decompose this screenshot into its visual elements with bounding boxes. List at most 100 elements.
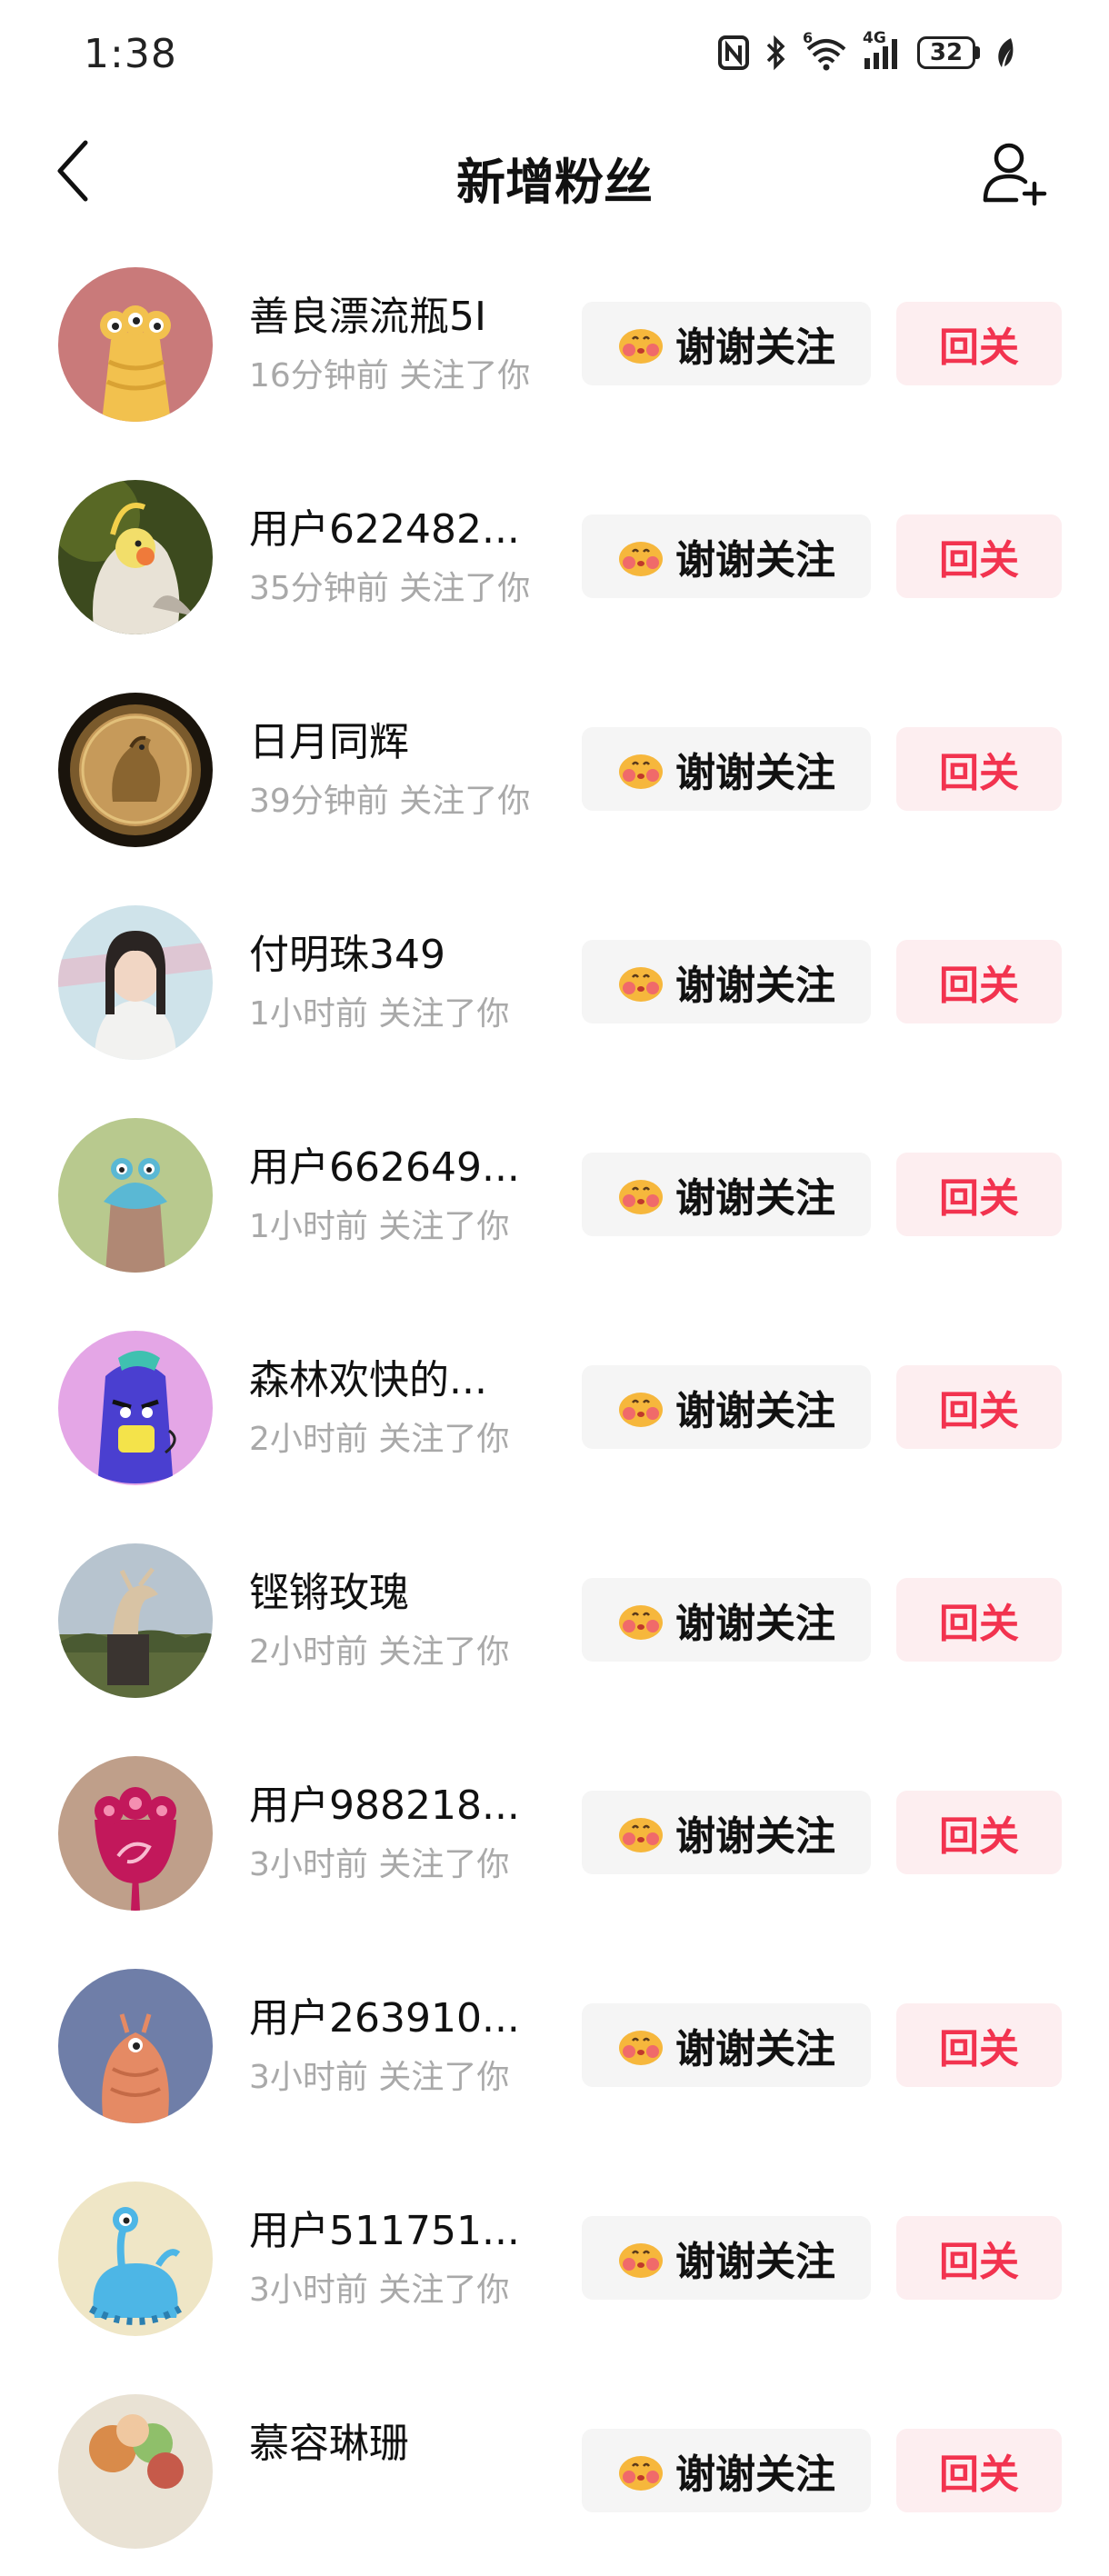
- follower-row[interactable]: 善良漂流瓶5I 16分钟前 关注了你 谢谢关注 回关: [0, 236, 1109, 449]
- follower-row[interactable]: 慕容琳珊 谢谢关注 回关: [0, 2363, 1109, 2576]
- bluetooth-icon: [764, 35, 788, 71]
- blush-emoji-icon: [617, 1386, 664, 1428]
- avatar[interactable]: [58, 2182, 213, 2336]
- thanks-label: 谢谢关注: [675, 2451, 835, 2498]
- thanks-label: 谢谢关注: [675, 963, 835, 1009]
- follower-name[interactable]: 用户988218...: [249, 1772, 549, 1831]
- thanks-label: 谢谢关注: [675, 537, 835, 584]
- thanks-label: 谢谢关注: [675, 2026, 835, 2072]
- status-icons: 6 4G 32: [717, 29, 1014, 73]
- follow-time: 3小时前 关注了你: [249, 1846, 510, 1883]
- thanks-button[interactable]: 谢谢关注: [582, 1153, 871, 1236]
- blush-emoji-icon: [617, 323, 664, 364]
- avatar[interactable]: [58, 480, 213, 634]
- avatar[interactable]: [58, 1543, 213, 1698]
- blush-emoji-icon: [617, 1173, 664, 1215]
- thanks-label: 谢谢关注: [675, 750, 835, 796]
- wifi-badge: 6: [803, 29, 814, 46]
- add-friend-button[interactable]: [978, 136, 1054, 209]
- page-title: 新增粉丝: [456, 154, 653, 211]
- follow-time: 2小时前 关注了你: [249, 1421, 510, 1458]
- thanks-label: 谢谢关注: [675, 1388, 835, 1434]
- follow-back-button[interactable]: 回关: [896, 2003, 1062, 2087]
- network-type: 4G: [863, 29, 886, 47]
- follower-name[interactable]: 付明珠349: [249, 922, 549, 980]
- cellular-icon: 4G: [863, 29, 903, 71]
- thanks-button[interactable]: 谢谢关注: [582, 940, 871, 1023]
- follower-row[interactable]: 用户622482... 35分钟前 关注了你 谢谢关注 回关: [0, 449, 1109, 662]
- follow-back-button[interactable]: 回关: [896, 302, 1062, 385]
- thanks-label: 谢谢关注: [675, 1175, 835, 1222]
- follow-time: 3小时前 关注了你: [249, 2059, 510, 2096]
- follow-back-button[interactable]: 回关: [896, 1578, 1062, 1662]
- thanks-button[interactable]: 谢谢关注: [582, 514, 871, 598]
- thanks-button[interactable]: 谢谢关注: [582, 1791, 871, 1874]
- add-user-icon: [983, 143, 1047, 206]
- follow-back-button[interactable]: 回关: [896, 1791, 1062, 1874]
- avatar[interactable]: [58, 2394, 213, 2549]
- blush-emoji-icon: [617, 2237, 664, 2279]
- follow-time: 2小时前 关注了你: [249, 1633, 510, 1671]
- follower-name[interactable]: 用户622482...: [249, 496, 549, 554]
- thanks-button[interactable]: 谢谢关注: [582, 727, 871, 811]
- avatar[interactable]: [58, 1331, 213, 1485]
- follow-back-button[interactable]: 回关: [896, 940, 1062, 1023]
- follower-name[interactable]: 用户511751...: [249, 2198, 549, 2256]
- follow-time: 16分钟前 关注了你: [249, 357, 531, 394]
- follower-row[interactable]: 用户988218... 3小时前 关注了你 谢谢关注 回关: [0, 1725, 1109, 1938]
- follow-time: 1小时前 关注了你: [249, 1208, 510, 1245]
- leaf-icon: [994, 36, 1014, 69]
- blush-emoji-icon: [617, 961, 664, 1003]
- follower-row[interactable]: 付明珠349 1小时前 关注了你 谢谢关注 回关: [0, 874, 1109, 1087]
- nfc-icon: [717, 35, 750, 71]
- follower-row[interactable]: 用户263910... 3小时前 关注了你 谢谢关注 回关: [0, 1938, 1109, 2151]
- follower-row[interactable]: 用户511751... 3小时前 关注了你 谢谢关注 回关: [0, 2151, 1109, 2363]
- clock: 1:38: [84, 31, 177, 77]
- avatar[interactable]: [58, 267, 213, 422]
- battery-level: 32: [917, 36, 975, 69]
- follow-time: 1小时前 关注了你: [249, 995, 510, 1033]
- avatar[interactable]: [58, 1756, 213, 1911]
- follow-back-button[interactable]: 回关: [896, 1365, 1062, 1449]
- blush-emoji-icon: [617, 1812, 664, 1853]
- follower-name[interactable]: 日月同辉: [249, 709, 549, 767]
- battery-icon: 32: [917, 36, 980, 69]
- follow-back-button[interactable]: 回关: [896, 2216, 1062, 2300]
- avatar[interactable]: [58, 693, 213, 847]
- avatar[interactable]: [58, 1118, 213, 1273]
- blush-emoji-icon: [617, 1599, 664, 1641]
- follower-row[interactable]: 用户662649... 1小时前 关注了你 谢谢关注 回关: [0, 1087, 1109, 1300]
- nav-bar: 新增粉丝: [0, 107, 1109, 235]
- thanks-button[interactable]: 谢谢关注: [582, 2429, 871, 2512]
- thanks-label: 谢谢关注: [675, 1601, 835, 1647]
- blush-emoji-icon: [617, 2024, 664, 2066]
- thanks-label: 谢谢关注: [675, 2239, 835, 2285]
- follow-time: 35分钟前 关注了你: [249, 570, 531, 607]
- avatar[interactable]: [58, 905, 213, 1060]
- thanks-button[interactable]: 谢谢关注: [582, 2216, 871, 2300]
- blush-emoji-icon: [617, 535, 664, 577]
- follower-row[interactable]: 日月同辉 39分钟前 关注了你 谢谢关注 回关: [0, 662, 1109, 874]
- follower-name[interactable]: 用户263910...: [249, 1985, 549, 2043]
- thanks-button[interactable]: 谢谢关注: [582, 2003, 871, 2087]
- avatar[interactable]: [58, 1969, 213, 2123]
- wifi-icon: 6: [803, 29, 848, 71]
- follower-row[interactable]: 森林欢快的... 2小时前 关注了你 谢谢关注 回关: [0, 1300, 1109, 1513]
- follower-name[interactable]: 慕容琳珊: [249, 2411, 549, 2469]
- follow-back-button[interactable]: 回关: [896, 2429, 1062, 2512]
- follower-name[interactable]: 铿锵玫瑰: [249, 1560, 549, 1618]
- follower-name[interactable]: 用户662649...: [249, 1134, 549, 1193]
- status-bar: 1:38 6 4G 32: [0, 0, 1109, 107]
- follow-time: 3小时前 关注了你: [249, 2271, 510, 2309]
- follow-back-button[interactable]: 回关: [896, 1153, 1062, 1236]
- follower-row[interactable]: 铿锵玫瑰 2小时前 关注了你 谢谢关注 回关: [0, 1513, 1109, 1725]
- thanks-button[interactable]: 谢谢关注: [582, 1365, 871, 1449]
- thanks-button[interactable]: 谢谢关注: [582, 302, 871, 385]
- blush-emoji-icon: [617, 2450, 664, 2491]
- follower-name[interactable]: 森林欢快的...: [249, 1347, 549, 1405]
- thanks-label: 谢谢关注: [675, 324, 835, 371]
- thanks-button[interactable]: 谢谢关注: [582, 1578, 871, 1662]
- follower-name[interactable]: 善良漂流瓶5I: [249, 284, 549, 342]
- follow-back-button[interactable]: 回关: [896, 727, 1062, 811]
- follow-back-button[interactable]: 回关: [896, 514, 1062, 598]
